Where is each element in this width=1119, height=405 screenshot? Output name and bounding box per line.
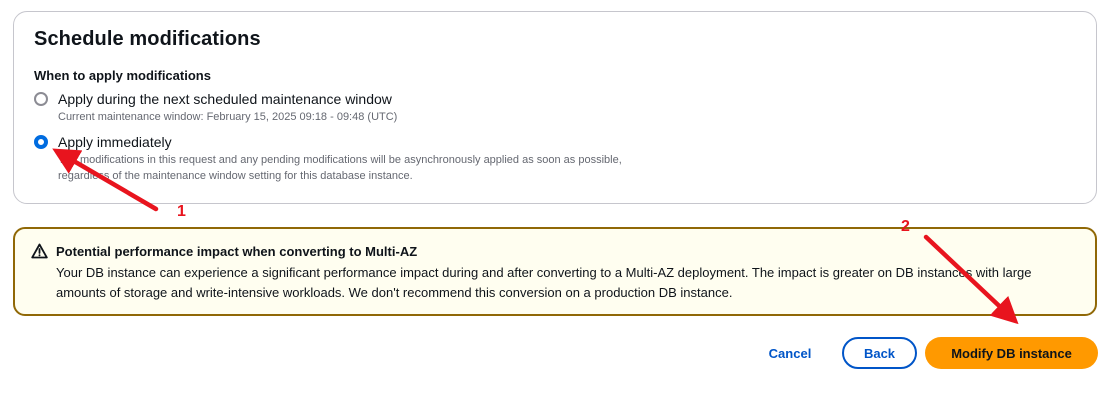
apply-immediately-description-line-2: regardless of the maintenance window set… — [58, 170, 413, 182]
multi-az-warning-alert: Potential performance impact when conver… — [13, 227, 1097, 316]
cancel-button[interactable]: Cancel — [760, 340, 820, 366]
alert-title: Potential performance impact when conver… — [56, 244, 418, 259]
radio-button-maintenance-window[interactable] — [34, 92, 48, 106]
modify-db-instance-button[interactable]: Modify DB instance — [925, 337, 1098, 369]
radio-option-maintenance-window[interactable]: Apply during the next scheduled maintena… — [34, 91, 397, 125]
radio-label-apply-immediately: Apply immediately — [58, 134, 172, 150]
schedule-modifications-panel: Schedule modifications When to apply mod… — [13, 11, 1097, 204]
when-to-apply-label: When to apply modifications — [34, 68, 211, 83]
apply-immediately-description-line-1: The modifications in this request and an… — [58, 154, 622, 166]
alert-body: Your DB instance can experience a signif… — [56, 265, 1032, 300]
radio-label-maintenance-window: Apply during the next scheduled maintena… — [58, 91, 392, 107]
annotation-number-1: 1 — [177, 203, 186, 220]
maintenance-window-description: Current maintenance window: February 15,… — [58, 111, 398, 123]
back-button[interactable]: Back — [842, 337, 917, 369]
radio-option-apply-immediately[interactable]: Apply immediately The modifications in t… — [34, 134, 622, 184]
radio-button-apply-immediately[interactable] — [34, 135, 48, 149]
warning-triangle-icon — [31, 243, 48, 259]
panel-title: Schedule modifications — [34, 28, 261, 50]
